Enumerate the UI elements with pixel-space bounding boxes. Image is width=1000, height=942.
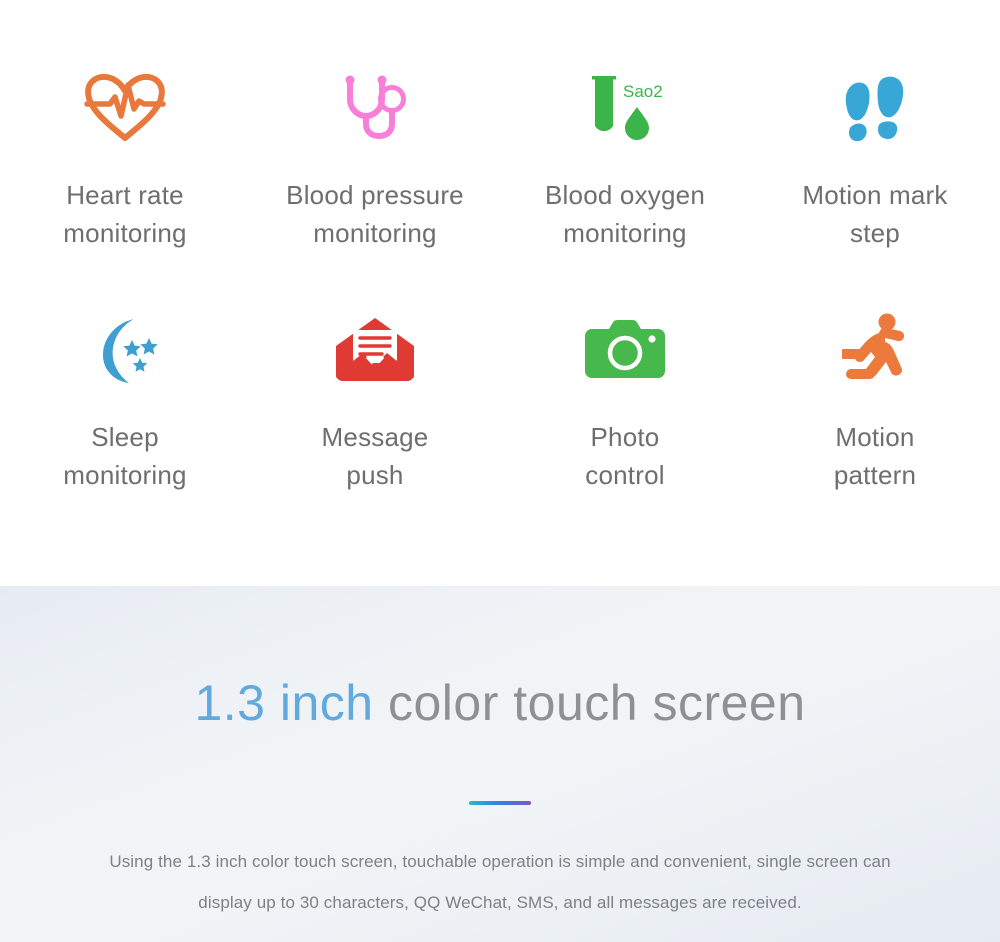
- feature-blood-pressure: Blood pressure monitoring: [250, 62, 500, 252]
- test-tube-sao2-icon: Sao2: [582, 62, 668, 154]
- running-person-icon: [842, 304, 908, 396]
- moon-stars-icon: [88, 304, 162, 396]
- feature-message-push: Message push: [250, 304, 500, 494]
- feature-label: Blood oxygen monitoring: [545, 180, 705, 248]
- sao2-text: Sao2: [623, 82, 663, 101]
- touch-screen-section: 1.3 inch color touch screen Using the 1.…: [0, 586, 1000, 942]
- section-description: Using the 1.3 inch color touch screen, t…: [109, 852, 891, 912]
- feature-label: Blood pressure monitoring: [286, 180, 464, 248]
- page-title: 1.3 inch color touch screen: [194, 678, 805, 728]
- camera-icon: [584, 304, 666, 396]
- product-feature-page: Heart rate monitoring Blood pressure mon…: [0, 0, 1000, 942]
- footprints-icon: [840, 62, 910, 154]
- feature-label: Message push: [321, 422, 429, 490]
- feature-photo-control: Photo control: [500, 304, 750, 494]
- feature-label: Motion pattern: [833, 422, 917, 490]
- feature-heart-rate: Heart rate monitoring: [0, 62, 250, 252]
- feature-row-1: Heart rate monitoring Blood pressure mon…: [0, 62, 1000, 252]
- feature-blood-oxygen: Sao2 Blood oxygen monitoring: [500, 62, 750, 252]
- heart-pulse-icon: [82, 62, 168, 154]
- page-title-rest: color touch screen: [373, 674, 806, 731]
- envelope-message-icon: [333, 304, 417, 396]
- feature-label: Sleep monitoring: [63, 422, 187, 490]
- feature-motion-pattern: Motion pattern: [750, 304, 1000, 494]
- stethoscope-icon: [339, 62, 411, 154]
- feature-label: Motion mark step: [802, 180, 948, 248]
- feature-row-2: Sleep monitoring Message push Photo cont…: [0, 304, 1000, 494]
- feature-motion-mark-step: Motion mark step: [750, 62, 1000, 252]
- feature-sleep-monitoring: Sleep monitoring: [0, 304, 250, 494]
- title-divider: [469, 801, 531, 805]
- feature-label: Photo control: [585, 422, 665, 490]
- features-section: Heart rate monitoring Blood pressure mon…: [0, 0, 1000, 586]
- page-title-accent: 1.3 inch: [194, 674, 374, 731]
- feature-label: Heart rate monitoring: [63, 180, 187, 248]
